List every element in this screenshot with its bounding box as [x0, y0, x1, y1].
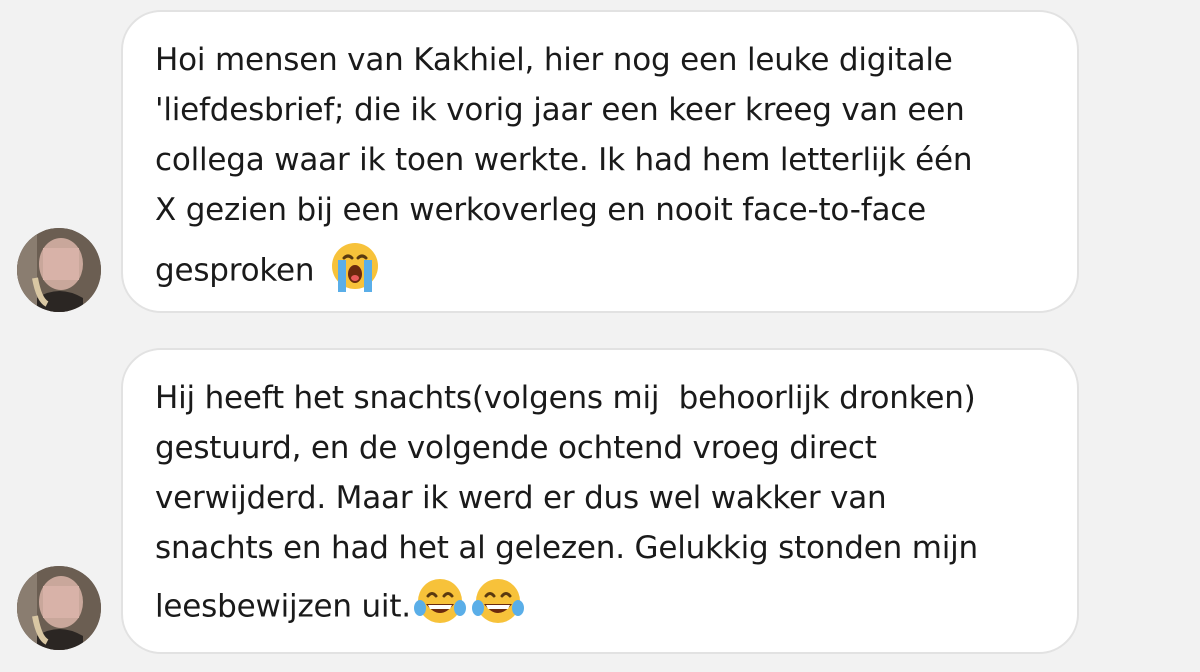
message-line: verwijderd. Maar ik werd er dus wel wakk… [155, 480, 887, 516]
message-line-text: gesproken [155, 252, 325, 289]
message-line-last: gesproken [155, 242, 386, 302]
message-bubble[interactable]: Hij heeft het snachts(volgens mij behoor… [121, 348, 1079, 654]
message-line: 'liefdesbrief; die ik vorig jaar een kee… [155, 92, 965, 128]
message-line-last: leesbewijzen uit. [155, 579, 527, 636]
loudly-crying-face-icon [324, 236, 386, 302]
avatar-photo [17, 566, 101, 650]
avatar-photo [17, 228, 101, 312]
avatar[interactable] [17, 228, 101, 312]
message-line: Hoi mensen van Kakhiel, hier nog een leu… [155, 42, 953, 78]
face-with-tears-of-joy-icon [469, 574, 527, 636]
message-bubble[interactable]: Hoi mensen van Kakhiel, hier nog een leu… [121, 10, 1079, 313]
message-line-text: leesbewijzen uit. [155, 588, 411, 625]
message-line: X gezien bij een werkoverleg en nooit fa… [155, 192, 926, 228]
avatar[interactable] [17, 566, 101, 650]
message-line: snachts en had het al gelezen. Gelukkig … [155, 530, 978, 566]
message-line: collega waar ik toen werkte. Ik had hem … [155, 142, 973, 178]
message-line: Hij heeft het snachts(volgens mij behoor… [155, 380, 976, 416]
face-with-tears-of-joy-icon [411, 574, 469, 636]
message-line: gestuurd, en de volgende ochtend vroeg d… [155, 430, 877, 466]
